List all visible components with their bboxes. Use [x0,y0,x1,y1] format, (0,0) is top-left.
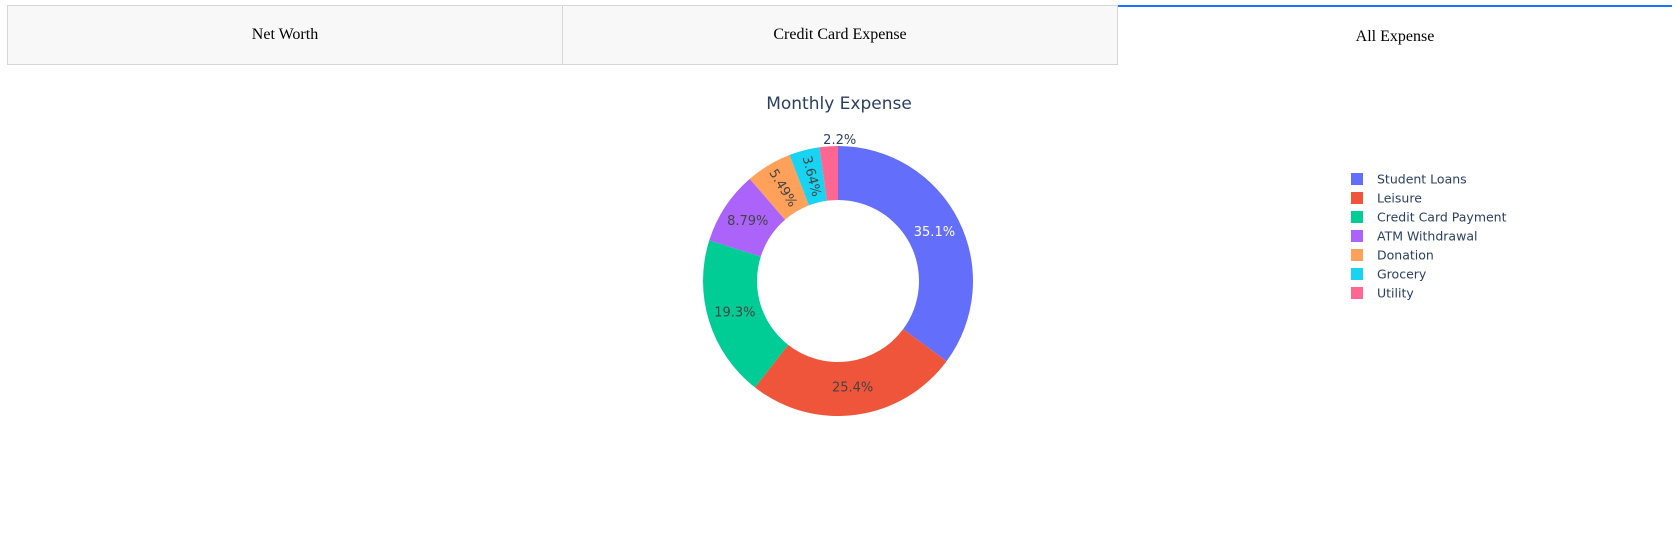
legend-item-grocery[interactable]: Grocery [1377,267,1427,282]
slice-label-credit-card-payment: 19.3% [714,306,755,321]
legend-item-utility[interactable]: Utility [1377,286,1414,301]
slice-label-student-loans: 35.1% [914,225,955,240]
legend-swatch-grocery[interactable] [1351,268,1363,280]
tab-all-expense[interactable]: All Expense [1118,5,1672,65]
legend-item-leisure[interactable]: Leisure [1377,191,1422,206]
tab-net-worth[interactable]: Net Worth [7,5,563,65]
legend-item-student-loans[interactable]: Student Loans [1377,172,1467,187]
legend: Student Loans Leisure Credit Card Payment A… [1351,172,1507,301]
legend-swatch-donation[interactable] [1351,249,1363,261]
monthly-expense-chart: Monthly Expense 35.1%25.4%19.3%8.79%5.49… [703,94,1507,416]
chart-title: Monthly Expense [766,94,912,114]
slice-label-leisure: 25.4% [832,381,873,396]
slice-student-loans[interactable] [838,146,973,362]
legend-swatch-credit-card-payment[interactable] [1351,211,1363,223]
slice-label-utility: 2.2% [823,133,856,148]
legend-swatch-atm-withdrawal[interactable] [1351,230,1363,242]
legend-swatch-leisure[interactable] [1351,192,1363,204]
tab-credit-card-expense[interactable]: Credit Card Expense [563,5,1118,65]
legend-swatch-student-loans[interactable] [1351,173,1363,185]
donut-slices [703,146,973,416]
tab-bar: Net Worth Credit Card Expense All Expens… [7,5,1672,65]
legend-item-donation[interactable]: Donation [1377,248,1434,263]
legend-item-atm-withdrawal[interactable]: ATM Withdrawal [1377,229,1477,244]
slice-label-atm-withdrawal: 8.79% [727,214,768,229]
legend-swatch-utility[interactable] [1351,287,1363,299]
legend-item-credit-card-payment[interactable]: Credit Card Payment [1377,210,1507,225]
